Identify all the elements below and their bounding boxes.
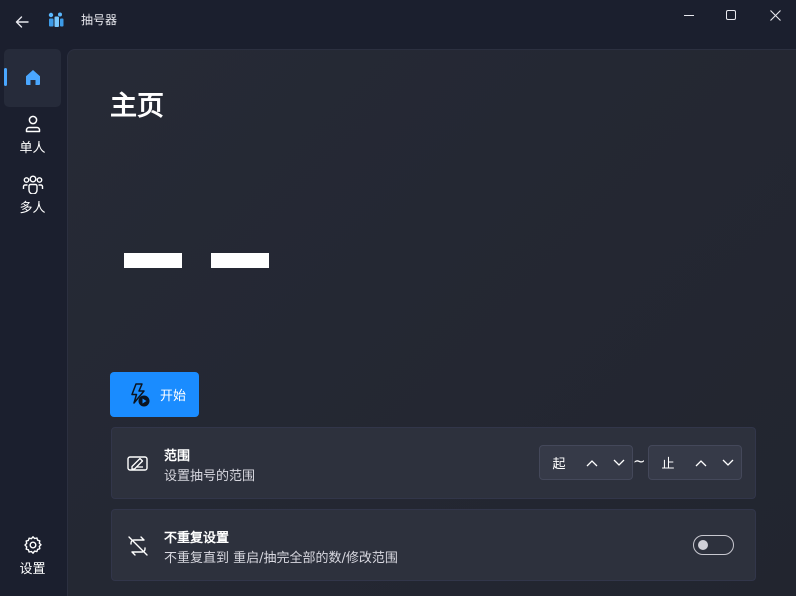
range-end-increment[interactable] bbox=[687, 446, 714, 479]
chevron-up-icon bbox=[695, 459, 706, 466]
chevron-down-icon bbox=[613, 459, 624, 466]
maximize-button[interactable] bbox=[708, 0, 754, 30]
norepeat-toggle[interactable] bbox=[693, 535, 734, 555]
start-button[interactable]: 开始 bbox=[110, 372, 199, 417]
range-start-value: 起 bbox=[552, 457, 566, 472]
arrow-left-icon bbox=[15, 16, 29, 28]
close-button[interactable] bbox=[752, 0, 796, 30]
nav-item-single[interactable]: 单人 bbox=[4, 110, 61, 160]
range-start-decrement[interactable] bbox=[605, 446, 632, 479]
back-button[interactable] bbox=[8, 8, 36, 36]
start-button-label: 开始 bbox=[160, 389, 187, 404]
range-end-decrement[interactable] bbox=[714, 446, 741, 479]
flash-play-icon bbox=[131, 382, 150, 406]
chevron-up-icon bbox=[586, 459, 597, 466]
norepeat-title: 不重复设置 bbox=[164, 531, 230, 546]
norepeat-card-icon-wrap bbox=[126, 534, 150, 558]
nav-item-multi[interactable]: 多人 bbox=[4, 170, 61, 220]
repeat-off-icon bbox=[128, 536, 148, 556]
range-start-increment[interactable] bbox=[578, 446, 605, 479]
main-content: 主页 开始 范围 设置抽号的范围 起 ~ 止 不重复设置 不重复直到 重启/抽完… bbox=[67, 49, 796, 596]
range-end-value: 止 bbox=[661, 457, 675, 472]
nav-item-home[interactable] bbox=[4, 49, 61, 107]
range-card-icon-wrap bbox=[126, 451, 150, 475]
range-separator: ~ bbox=[633, 452, 646, 470]
nav-item-settings[interactable]: 设置 bbox=[4, 530, 61, 582]
minimize-button[interactable] bbox=[666, 0, 712, 30]
page-title: 主页 bbox=[110, 91, 164, 122]
home-icon bbox=[25, 69, 40, 85]
close-icon bbox=[769, 9, 781, 21]
maximize-icon bbox=[726, 10, 736, 20]
range-edit-icon bbox=[127, 456, 148, 471]
result-number-box bbox=[124, 253, 182, 268]
toggle-knob bbox=[698, 540, 708, 550]
app-title: 抽号器 bbox=[81, 13, 118, 27]
range-description: 设置抽号的范围 bbox=[164, 469, 256, 484]
range-start-input[interactable]: 起 bbox=[539, 445, 633, 480]
people-icon bbox=[22, 175, 43, 194]
chevron-down-icon bbox=[722, 459, 733, 466]
title-bar: 抽号器 bbox=[0, 0, 796, 40]
result-number-box bbox=[211, 253, 269, 268]
range-title: 范围 bbox=[164, 449, 191, 464]
gear-icon bbox=[23, 536, 42, 554]
minimize-icon bbox=[684, 15, 694, 16]
norepeat-card: 不重复设置 不重复直到 重启/抽完全部的数/修改范围 bbox=[111, 509, 756, 581]
norepeat-description: 不重复直到 重启/抽完全部的数/修改范围 bbox=[164, 551, 398, 566]
range-card: 范围 设置抽号的范围 起 ~ 止 bbox=[111, 427, 756, 499]
nav-item-label: 单人 bbox=[19, 141, 46, 156]
person-icon bbox=[25, 115, 40, 133]
app-logo-icon bbox=[48, 12, 64, 27]
nav-rail: 单人 多人 设置 bbox=[0, 40, 66, 596]
range-end-input[interactable]: 止 bbox=[648, 445, 742, 480]
nav-item-label: 多人 bbox=[19, 201, 46, 216]
active-indicator bbox=[4, 68, 7, 86]
nav-item-label: 设置 bbox=[19, 562, 46, 577]
